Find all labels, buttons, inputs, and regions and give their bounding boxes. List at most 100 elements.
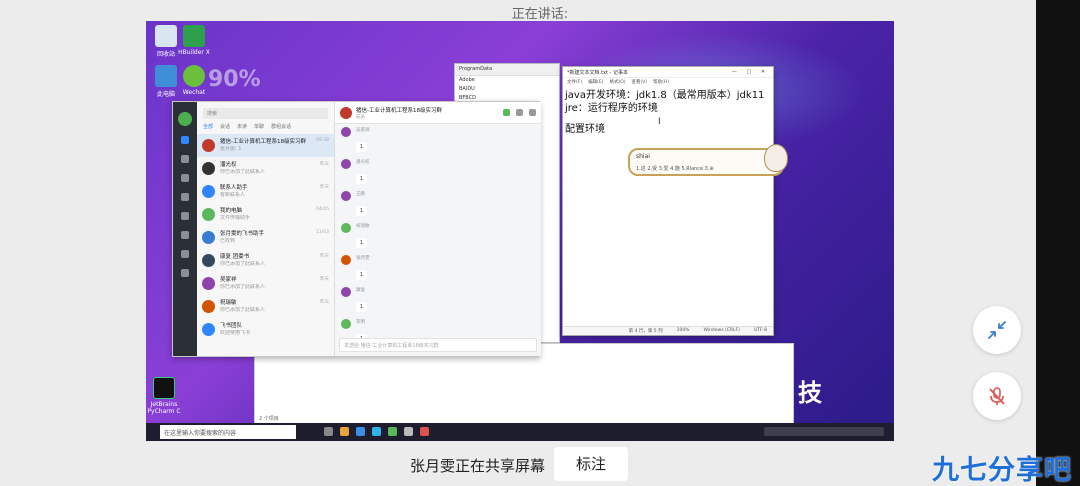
taskbar-app-icon[interactable]: [372, 427, 381, 436]
ime-input: shiai: [636, 153, 650, 160]
explorer-title: ProgramData: [455, 64, 559, 76]
tab-groups[interactable]: 群组会话: [271, 123, 291, 130]
window-status: 2 个项目: [259, 416, 279, 422]
taskbar-search[interactable]: 在这里输入你要搜索的内容: [160, 425, 296, 439]
docs-icon[interactable]: [181, 193, 189, 201]
share-status-text: 张月雯正在共享屏幕: [410, 457, 546, 475]
conversation-name: 康复 团委书: [220, 254, 250, 260]
conversation-item[interactable]: 吴家祥 你已添加了此联系人 昨天: [197, 272, 334, 295]
conversation-time: 昨天: [320, 300, 329, 305]
taskbar-app-icon[interactable]: [420, 427, 429, 436]
desktop-icon-wechat: Wechat: [176, 65, 212, 96]
contacts-icon[interactable]: [181, 212, 189, 220]
chat-nav-rail: [173, 102, 197, 356]
message-sender: 潘光权: [356, 160, 370, 165]
taskbar-app-icon[interactable]: [404, 427, 413, 436]
conversation-item[interactable]: 联系人助手 有新联系人 昨天: [197, 180, 334, 203]
message-input[interactable]: 发送给 猪信-工业计算机工程系18级实习群: [339, 338, 537, 352]
notepad-menu-item[interactable]: 格式(O): [609, 79, 625, 86]
add-member-icon[interactable]: [516, 109, 523, 116]
avatar[interactable]: [178, 112, 192, 126]
conversation-item[interactable]: 潘光权 你已添加了此联系人 昨天: [197, 157, 334, 180]
taskbar-app-icon[interactable]: [324, 427, 333, 436]
conversation-preview: 欢迎使用飞书: [220, 330, 251, 336]
ime-candidates[interactable]: 1.这 2.受 3.爱 4.施 5.Rlance 3.⊕: [636, 165, 714, 172]
ime-candidate-window[interactable]: shiai 1.这 2.受 3.爱 4.施 5.Rlance 3.⊕: [628, 144, 788, 176]
message-content: 张月雯 1: [356, 255, 370, 280]
text-line: jre：运行程序的环境: [565, 103, 658, 114]
video-call-icon[interactable]: [503, 109, 510, 116]
tab-sessions[interactable]: 会话: [220, 123, 230, 130]
notepad-menu-item[interactable]: 编辑(E): [588, 79, 603, 86]
check-icon[interactable]: [181, 231, 189, 239]
conversation-name: 猪信-工业计算机工程系18级实习群: [220, 139, 306, 145]
conversation-text: 吴家祥 你已添加了此联系人: [220, 276, 320, 291]
text-line: java开发环境：jdk1.8（最常用版本）jdk11: [565, 90, 765, 101]
system-tray: [764, 427, 884, 436]
chat-app-window[interactable]: 搜索 全部 会话 未读 单聊 群组会话 猪信-工业计算机工程系18级实习群 张月雯…: [172, 101, 541, 357]
conversation-time: 昨天: [320, 162, 329, 167]
conversation-text: 祝瑞敏 你已添加了此联系人: [220, 299, 320, 314]
chat-search-input[interactable]: 搜索: [203, 108, 328, 119]
taskbar-app-icon[interactable]: [388, 427, 397, 436]
annotate-button[interactable]: 标注: [554, 447, 628, 481]
avatar: [202, 208, 215, 221]
notepad-status-bar: 第 4 行，第 5 列 100% Windows (CRLF) UTF-8: [563, 326, 773, 335]
conversation-name: 张月雯的飞书助手: [220, 231, 265, 237]
settings-icon[interactable]: [529, 109, 536, 116]
chat-icon[interactable]: [181, 136, 189, 144]
conversation-item[interactable]: 张月雯的飞书助手 已收到 11/03: [197, 226, 334, 249]
conversation-name: 飞书团队: [220, 323, 243, 329]
notepad-menu-item[interactable]: 文件(F): [567, 79, 582, 86]
message-row: 吴家祥 1: [335, 124, 541, 156]
wallpaper-decoration: 90%: [208, 67, 261, 92]
message-content: 祝瑞敏 1: [356, 223, 370, 248]
avatar: [202, 185, 215, 198]
conversation-item[interactable]: 祝瑞敏 你已添加了此联系人 昨天: [197, 295, 334, 318]
explorer-row[interactable]: BAIDU: [455, 85, 559, 94]
message-content: 王鹏 1: [356, 191, 368, 216]
message-content: 康复 1: [356, 287, 368, 312]
tab-direct[interactable]: 单聊: [254, 123, 264, 130]
avatar: [341, 319, 351, 329]
taskbar-app-icon[interactable]: [340, 427, 349, 436]
taskbar-app-icon[interactable]: [356, 427, 365, 436]
explorer-row[interactable]: Adobe: [455, 76, 559, 85]
message-sender: 张月雯: [356, 256, 370, 261]
notepad-window[interactable]: *新建文本文档.txt - 记事本 — □ ✕ 文件(F) 编辑(E) 格式(O) 查看…: [562, 66, 774, 336]
mic-toggle-button[interactable]: [973, 372, 1021, 420]
video-icon[interactable]: [181, 155, 189, 163]
conversation-text: 康复 团委书 你已添加了此联系人: [220, 253, 320, 268]
message-bubble: 1: [356, 206, 368, 216]
tab-all[interactable]: 全部: [203, 123, 213, 130]
calendar-icon[interactable]: [181, 174, 189, 182]
avatar: [202, 300, 215, 313]
avatar: [341, 287, 351, 297]
conversation-pane: 猪信-工业计算机工程系18级实习群 成员 吴家祥 1 潘光权 1 王鹏 1 祝瑞敏 1 张月雯 1…: [335, 102, 541, 356]
conversation-item[interactable]: 猪信-工业计算机工程系18级实习群 张月雯: 1 09:38: [197, 134, 334, 157]
star-icon[interactable]: [181, 250, 189, 258]
status-item: UTF-8: [753, 328, 767, 333]
message-content: 潘光权 1: [356, 159, 370, 184]
message-bubble: 1: [356, 270, 368, 280]
notepad-menu-item[interactable]: 查看(V): [632, 79, 648, 86]
group-avatar: [340, 106, 352, 119]
conversation-list: 搜索 全部 会话 未读 单聊 群组会话 猪信-工业计算机工程系18级实习群 张月雯…: [197, 102, 335, 356]
wallpaper-banner-text: 技: [798, 379, 822, 407]
conversation-item[interactable]: 飞书团队 欢迎使用飞书: [197, 318, 334, 341]
notepad-text-area[interactable]: java开发环境：jdk1.8（最常用版本）jdk11 jre：运行程序的环境 配置…: [563, 87, 773, 138]
more-icon[interactable]: [181, 269, 189, 277]
exit-fullscreen-button[interactable]: [973, 306, 1021, 354]
notepad-menu-bar: 文件(F) 编辑(E) 格式(O) 查看(V) 帮助(H): [563, 78, 773, 87]
window-controls[interactable]: — □ ✕: [732, 69, 769, 75]
notepad-menu-item[interactable]: 帮助(H): [653, 79, 669, 86]
conversation-item[interactable]: 我的电脑 文件传输助手 04/05: [197, 203, 334, 226]
desktop-icon-hbuilder: HBuilder X: [176, 25, 212, 56]
conversation-item[interactable]: 康复 团委书 你已添加了此联系人 昨天: [197, 249, 334, 272]
avatar: [202, 323, 215, 336]
message-sender: 王鹏: [356, 192, 365, 197]
avatar: [341, 127, 351, 137]
tab-unread[interactable]: 未读: [237, 123, 247, 130]
conversation-time: 昨天: [320, 254, 329, 259]
